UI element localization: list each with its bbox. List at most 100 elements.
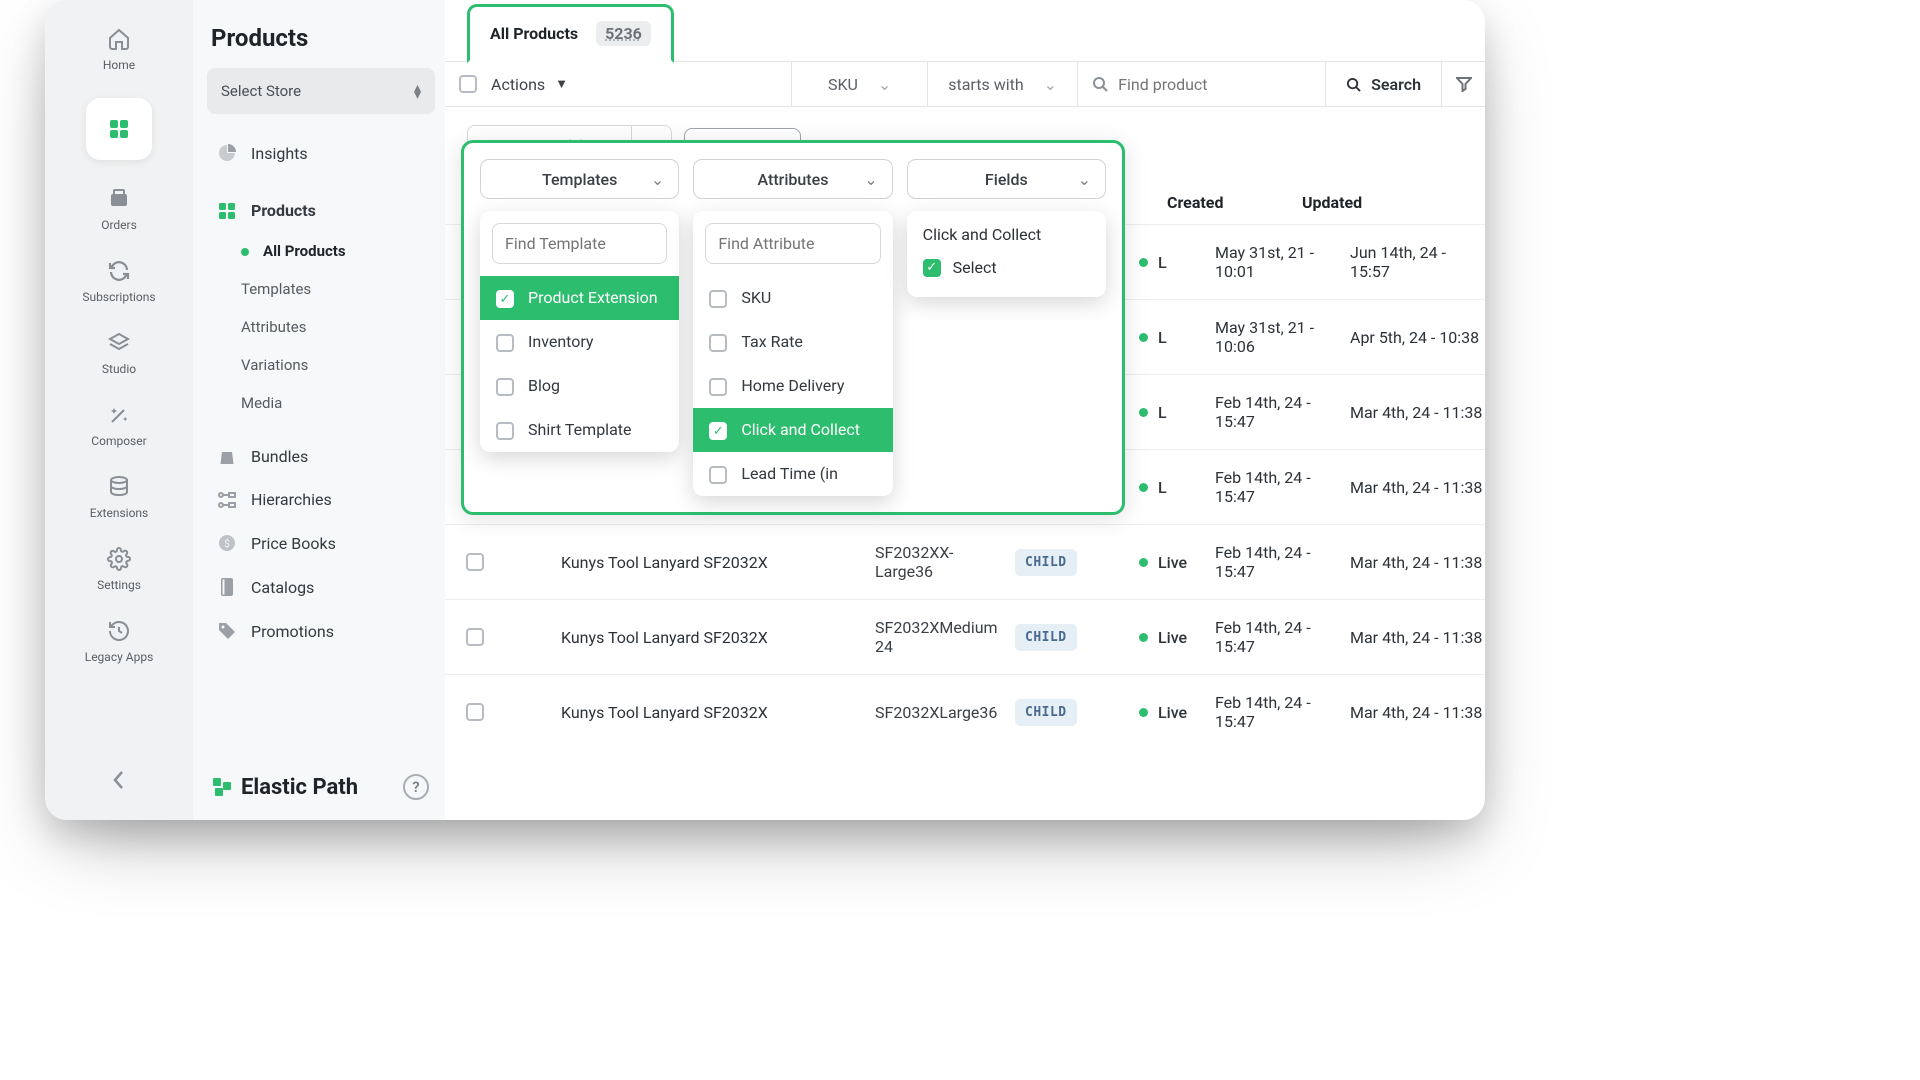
store-select[interactable]: Select Store ▴▾ [207, 68, 435, 114]
dd-fields-panel: Click and Collect ✓Select [907, 211, 1106, 297]
field-select[interactable]: SKU⌄ [791, 62, 927, 106]
dd-attribute-item[interactable]: Lead Time (in [693, 452, 892, 496]
nav-label: Insights [251, 144, 308, 163]
select-all-checkbox[interactable] [459, 75, 477, 93]
rail-label: Orders [101, 218, 137, 232]
nav-promotions[interactable]: Promotions [207, 610, 435, 652]
dd-templates-panel: ✓Product ExtensionInventoryBlogShirt Tem… [480, 211, 679, 452]
dd-attribute-item[interactable]: Tax Rate [693, 320, 892, 364]
nav-label: Promotions [251, 622, 334, 641]
database-icon [106, 474, 132, 500]
rail-collapse[interactable] [101, 762, 137, 798]
dd-item-label: Lead Time (in [741, 464, 838, 483]
rail-home[interactable]: Home [45, 14, 193, 86]
nav-label: Products [251, 201, 316, 220]
dd-template-item[interactable]: Blog [480, 364, 679, 408]
dd-template-item[interactable]: ✓Product Extension [480, 276, 679, 320]
sort-icon: ▴▾ [414, 85, 421, 98]
rail-extensions[interactable]: Extensions [45, 462, 193, 534]
field-label: SKU [828, 75, 858, 94]
dd-attributes-button[interactable]: Attributes⌄ [693, 159, 892, 199]
dd-templates-button[interactable]: Templates⌄ [480, 159, 679, 199]
chevron-down-icon: ⌄ [1078, 170, 1091, 189]
checkbox-icon [496, 422, 514, 440]
rail-composer[interactable]: Composer [45, 390, 193, 462]
th-updated[interactable]: Updated [1298, 193, 1433, 212]
dd-attribute-item[interactable]: SKU [693, 276, 892, 320]
cell-status: Live [1135, 628, 1215, 647]
actions-label: Actions [491, 75, 545, 94]
cell-created: Feb 14th, 24 - 15:47 [1215, 693, 1350, 731]
dd-fields-button[interactable]: Fields⌄ [907, 159, 1106, 199]
cell-status: L [1135, 328, 1215, 347]
nav-media[interactable]: Media [207, 385, 435, 421]
dd-attribute-item[interactable]: ✓Click and Collect [693, 408, 892, 452]
table-row[interactable]: Kunys Tool Lanyard SF2032X SF2032XMedium… [445, 599, 1485, 674]
dd-btn-label: Attributes [758, 170, 829, 189]
checkbox-icon [496, 334, 514, 352]
nav-label: Bundles [251, 447, 308, 466]
filter-button[interactable] [1441, 62, 1485, 106]
actions-menu[interactable]: Actions▼ [491, 75, 582, 94]
nav-hierarchies[interactable]: Hierarchies [207, 479, 435, 520]
rail-label: Settings [97, 578, 141, 592]
nav-insights[interactable]: Insights [207, 132, 435, 174]
layers-icon [106, 330, 132, 356]
nav-variations[interactable]: Variations [207, 347, 435, 383]
search-input[interactable] [1118, 62, 1325, 106]
rail-studio[interactable]: Studio [45, 318, 193, 390]
rail-settings[interactable]: Settings [45, 534, 193, 606]
row-checkbox[interactable] [466, 703, 484, 721]
operator-select[interactable]: starts with⌄ [927, 62, 1077, 106]
rail-products[interactable]: Products [45, 86, 193, 174]
cell-created: May 31st, 21 - 10:06 [1215, 318, 1350, 356]
rail-legacy[interactable]: Legacy Apps [45, 606, 193, 678]
dd-item-label: Home Delivery [741, 376, 844, 395]
checkbox-icon [709, 334, 727, 352]
nav-attributes[interactable]: Attributes [207, 309, 435, 345]
dd-attributes-panel: SKU Tax Rate Home Delivery ✓Click and Colle… [693, 211, 892, 496]
search-icon [1346, 77, 1361, 92]
nav-pricebooks[interactable]: $Price Books [207, 522, 435, 564]
nav-all-products[interactable]: All Products [207, 233, 435, 269]
dd-template-item[interactable]: Shirt Template [480, 408, 679, 452]
find-template-input[interactable] [505, 234, 654, 253]
help-icon[interactable]: ? [403, 774, 429, 800]
brand-mark-icon [213, 778, 231, 796]
nav-products[interactable]: Products [207, 190, 435, 231]
dd-fields-select[interactable]: ✓Select [907, 252, 1106, 285]
checkbox-icon [709, 466, 727, 484]
chevron-down-icon: ⌄ [1044, 75, 1057, 94]
rail-orders[interactable]: Orders [45, 174, 193, 246]
coin-icon: $ [217, 533, 237, 553]
cell-name: Kunys Tool Lanyard SF2032X [505, 703, 875, 722]
tab-all-products[interactable]: All Products 5236 [467, 4, 674, 63]
filter-dropdown: Templates⌄ ✓Product ExtensionInventoryBl… [461, 140, 1125, 515]
dd-item-label: Tax Rate [741, 332, 803, 351]
row-checkbox[interactable] [466, 553, 484, 571]
cell-updated: Mar 4th, 24 - 11:38 [1350, 553, 1485, 572]
hierarchy-icon [217, 491, 237, 509]
dd-template-item[interactable]: Inventory [480, 320, 679, 364]
filter-icon [1456, 76, 1472, 92]
chevron-left-icon [112, 768, 126, 792]
row-checkbox[interactable] [466, 628, 484, 646]
dd-attribute-item[interactable]: Home Delivery [693, 364, 892, 408]
nav-bundles[interactable]: Bundles [207, 435, 435, 477]
nav-catalogs[interactable]: Catalogs [207, 566, 435, 608]
nav-templates[interactable]: Templates [207, 271, 435, 307]
cell-created: Feb 14th, 24 - 15:47 [1215, 393, 1350, 431]
table-row[interactable]: Kunys Tool Lanyard SF2032X SF2032XX-Larg… [445, 524, 1485, 599]
find-attribute-input[interactable] [718, 234, 867, 253]
cell-status: L [1135, 403, 1215, 422]
search-box [1077, 62, 1325, 106]
table-row[interactable]: Kunys Tool Lanyard SF2032X SF2032XLarge3… [445, 674, 1485, 749]
search-button[interactable]: Search [1325, 62, 1441, 106]
cell-created: Feb 14th, 24 - 15:47 [1215, 468, 1350, 506]
dot-icon [241, 248, 249, 256]
th-created[interactable]: Created [1163, 193, 1298, 212]
rail-label: Composer [91, 434, 146, 448]
rail-subscriptions[interactable]: Subscriptions [45, 246, 193, 318]
grid-icon [217, 202, 237, 220]
icon-rail: Home Products Orders Subscriptions Studi… [45, 0, 193, 820]
